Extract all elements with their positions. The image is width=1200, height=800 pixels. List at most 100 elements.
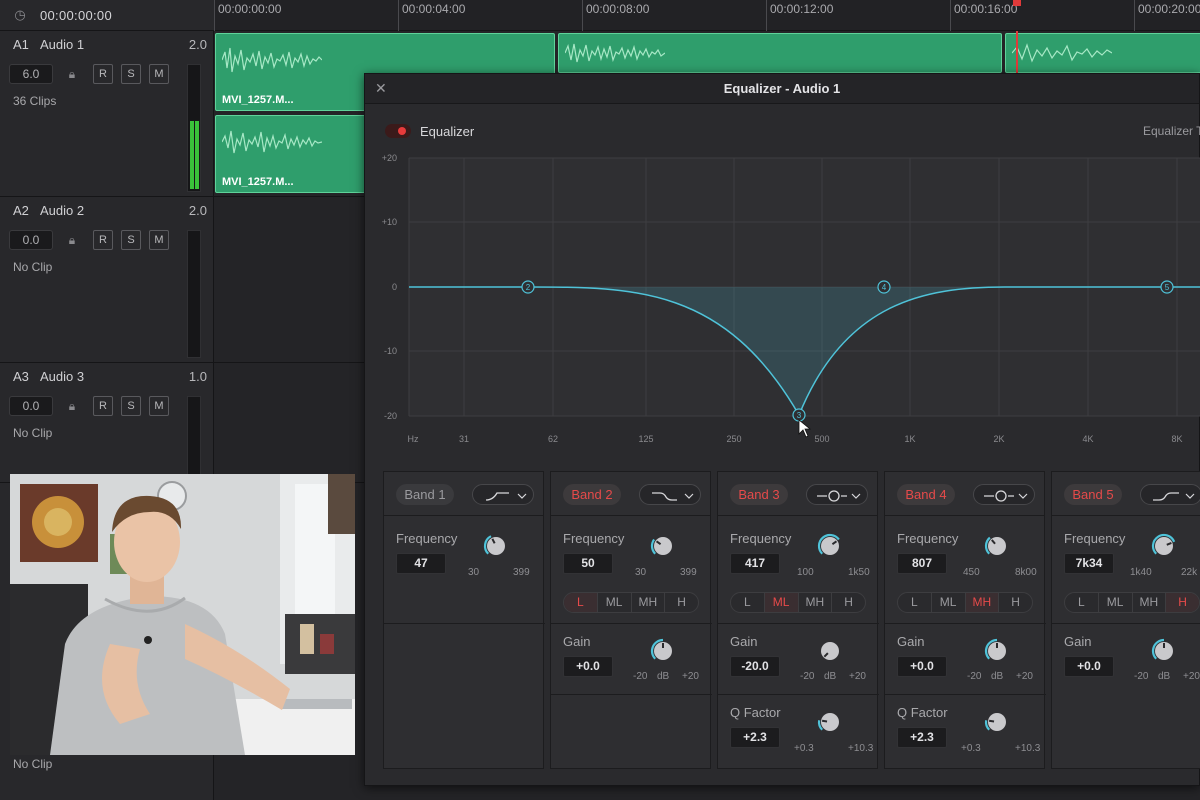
frequency-field[interactable]: 417 [730,553,780,574]
q-factor-knob[interactable] [984,709,1010,735]
lock-icon[interactable]: 🔒︎ [65,233,79,248]
band-1-toggle[interactable]: Band 1 [396,484,454,505]
gain-field[interactable]: -20.0 [730,656,780,677]
track-volume-field[interactable]: 0.0 [9,230,53,250]
lock-icon[interactable]: 🔒︎ [65,399,79,414]
track-a2[interactable]: A2 Audio 2 2.0 0.0 🔒︎ R S M No Clip [0,197,213,363]
range-ml[interactable]: ML [598,593,632,612]
range-l[interactable]: L [1065,593,1099,612]
q-factor-field[interactable]: +2.3 [730,727,780,748]
track-volume-field[interactable]: 6.0 [9,64,53,84]
mute-button[interactable]: M [149,230,169,250]
range-mh[interactable]: MH [965,593,1000,612]
equalizer-enable-toggle[interactable] [385,124,411,138]
clock-icon: ◷ [14,7,26,22]
band-range-selector[interactable]: L ML MH H [563,592,699,613]
band-shape-select[interactable] [806,484,868,505]
mute-button[interactable]: M [149,64,169,84]
mouse-cursor-icon [798,419,812,438]
eq-node-5[interactable]: 5 [1160,280,1174,294]
band-range-selector[interactable]: L ML MH H [897,592,1033,613]
frequency-knob[interactable] [817,533,843,559]
eq-node-3[interactable]: 3 [792,408,806,422]
band-4-panel: Band 4 Frequency 807 450 8k00 L ML MH H [884,471,1046,769]
gain-knob[interactable] [650,638,676,664]
band-range-selector[interactable]: L ML MH H [1064,592,1200,613]
band-shape-select[interactable] [639,484,701,505]
solo-button[interactable]: S [121,64,141,84]
frequency-field[interactable]: 807 [897,553,947,574]
eq-node-2[interactable]: 2 [521,280,535,294]
solo-button[interactable]: S [121,230,141,250]
track-id: A3 [13,368,29,384]
svg-text:4: 4 [882,283,887,292]
range-mh[interactable]: MH [632,593,666,612]
record-button[interactable]: R [93,396,113,416]
band-2-toggle[interactable]: Band 2 [563,484,621,505]
low-shelf-icon [652,492,694,501]
gain-knob[interactable] [1151,638,1177,664]
frequency-field[interactable]: 7k34 [1064,553,1114,574]
range-l[interactable]: L [731,593,765,612]
range-h[interactable]: H [665,593,698,612]
lock-icon[interactable]: 🔒︎ [65,67,79,82]
clip-name: MVI_1257.M... [222,176,294,188]
track-name[interactable]: Audio 2 [40,203,183,218]
solo-button[interactable]: S [121,396,141,416]
range-ml[interactable]: ML [932,593,966,612]
window-titlebar[interactable]: ✕ Equalizer - Audio 1 [365,74,1199,104]
playhead[interactable] [1016,31,1018,76]
band-shape-select[interactable] [973,484,1035,505]
record-button[interactable]: R [93,64,113,84]
frequency-knob[interactable] [984,533,1010,559]
range-mh[interactable]: MH [799,593,833,612]
gain-knob[interactable] [984,638,1010,664]
time-ruler[interactable]: 00:00:00:00 00:00:04:00 00:00:08:00 00:0… [214,0,1200,31]
range-l[interactable]: L [898,593,932,612]
track-a1[interactable]: A1 Audio 1 2.0 6.0 🔒︎ R S M 36 Clips [0,31,213,197]
ruler-mark: 00:00:16:00 [950,0,1017,31]
frequency-knob[interactable] [483,533,509,559]
equalizer-label: Equalizer [420,124,475,139]
frequency-field[interactable]: 50 [563,553,613,574]
bell-filter-icon [984,490,1028,502]
gain-field[interactable]: +0.0 [1064,656,1114,677]
audio-clip[interactable] [558,33,1002,73]
equalizer-type-label[interactable]: Equalizer Type [1143,124,1200,138]
ruler-mark: 00:00:12:00 [766,0,833,31]
track-name[interactable]: Audio 3 [40,369,183,384]
frequency-knob[interactable] [650,533,676,559]
track-clip-count: No Clip [13,260,53,274]
q-factor-field[interactable]: +2.3 [897,727,947,748]
gain-knob[interactable] [817,638,843,664]
record-button[interactable]: R [93,230,113,250]
gain-field[interactable]: +0.0 [563,656,613,677]
frequency-knob[interactable] [1151,533,1177,559]
track-volume-field[interactable]: 0.0 [9,396,53,416]
range-h[interactable]: H [1166,593,1199,612]
band-shape-select[interactable] [1140,484,1200,505]
audio-clip[interactable] [1005,33,1200,73]
band-3-toggle[interactable]: Band 3 [730,484,788,505]
gain-field[interactable]: +0.0 [897,656,947,677]
band-5-toggle[interactable]: Band 5 [1064,484,1122,505]
q-factor-knob[interactable] [817,709,843,735]
range-l[interactable]: L [564,593,598,612]
track-a3[interactable]: A3 Audio 3 1.0 0.0 🔒︎ R S M No Clip [0,363,213,483]
frequency-field[interactable]: 47 [396,553,446,574]
window-title: Equalizer - Audio 1 [723,81,841,96]
svg-text:2: 2 [526,283,531,292]
range-h[interactable]: H [832,593,865,612]
range-mh[interactable]: MH [1133,593,1167,612]
playhead-handle[interactable] [1013,0,1021,6]
band-shape-select[interactable] [472,484,534,505]
range-ml[interactable]: ML [1099,593,1133,612]
range-h[interactable]: H [999,593,1032,612]
band-range-selector[interactable]: L ML MH H [730,592,866,613]
range-ml[interactable]: ML [764,593,799,612]
eq-node-4[interactable]: 4 [877,280,891,294]
mute-button[interactable]: M [149,396,169,416]
track-name[interactable]: Audio 1 [40,37,183,52]
band-4-toggle[interactable]: Band 4 [897,484,955,505]
eq-graph[interactable]: +20 +10 0 -10 -20 Hz 31 62 125 250 500 1… [365,152,1200,452]
